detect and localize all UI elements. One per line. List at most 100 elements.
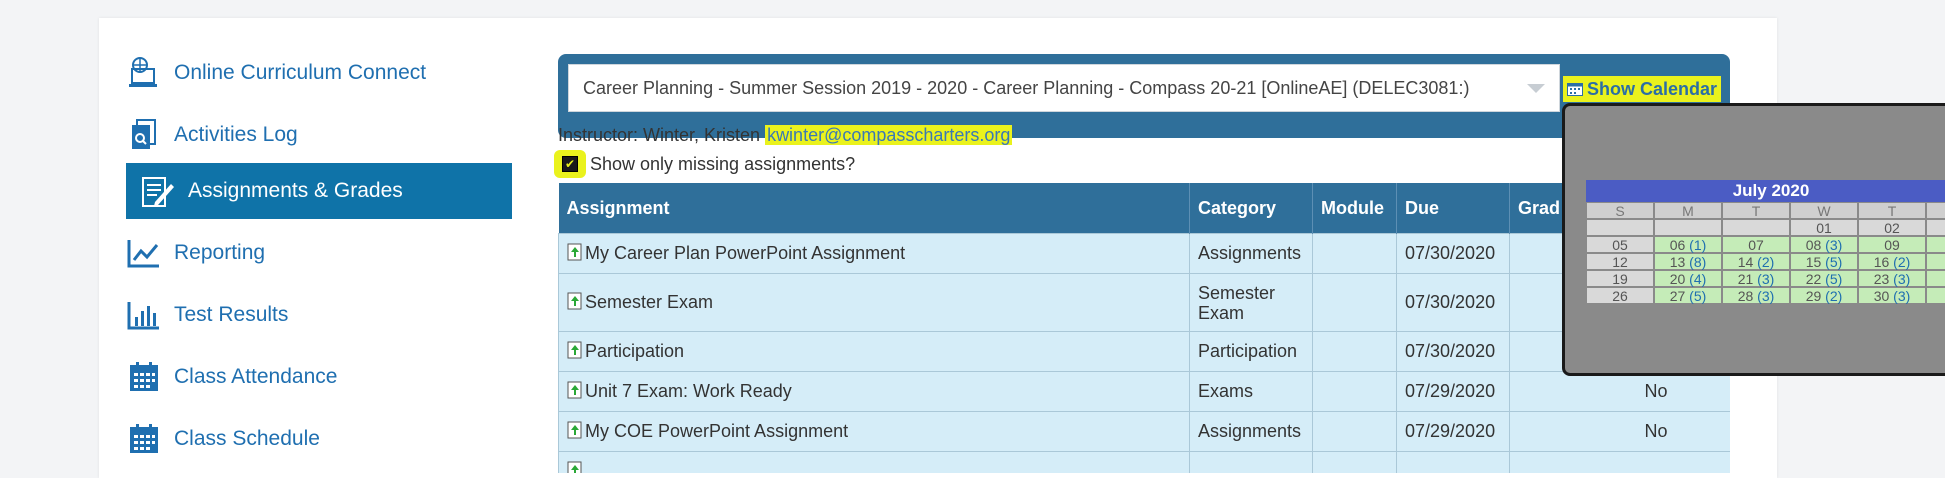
instructor-email-link[interactable]: kwinter@compasscharters.org [765, 125, 1013, 145]
column-header-due[interactable]: Due [1396, 183, 1510, 234]
calendar-day-cell[interactable]: 22 (5) [1790, 270, 1858, 287]
bar-chart-icon [124, 298, 164, 332]
assignment-cell[interactable]: My Career Plan PowerPoint Assignment [558, 233, 1190, 274]
assignments-table: Assignment Category Module Due Grad My C… [558, 183, 1730, 473]
calendar-count[interactable]: (3) [1825, 237, 1842, 253]
activities-log-icon [124, 118, 164, 152]
calendar-day-cell[interactable]: 21 (3) [1722, 270, 1790, 287]
calendar-day-cell[interactable]: 02 [1858, 219, 1926, 236]
calendar-count[interactable]: (3) [1757, 271, 1774, 287]
calendar-day-cell[interactable]: 01 [1790, 219, 1858, 236]
calendar-count[interactable]: (8) [1689, 254, 1706, 270]
column-header-category[interactable]: Category [1189, 183, 1313, 234]
calendar-day-cell[interactable] [1926, 253, 1945, 270]
instructor-info: Instructor: Winter, Kristen kwinter@comp… [558, 125, 1013, 146]
calendar-count[interactable]: (5) [1825, 254, 1842, 270]
calendar-count[interactable]: (1) [1689, 237, 1706, 253]
assignments-grades-icon [138, 174, 178, 208]
calendar-day-cell[interactable] [1926, 270, 1945, 287]
calendar-day-cell[interactable]: 07 [1722, 236, 1790, 253]
calendar-day-cell[interactable]: 08 (3) [1790, 236, 1858, 253]
table-row[interactable]: Participation Participation 07/30/2020 [558, 331, 1730, 372]
course-select-value: Career Planning - Summer Session 2019 - … [583, 77, 1470, 98]
sidebar-item-assignments-grades[interactable]: Assignments & Grades [126, 163, 512, 219]
document-icon [567, 243, 582, 261]
calendar-count[interactable]: (5) [1825, 271, 1842, 287]
sidebar-item-label: Class Schedule [174, 427, 320, 450]
calendar-day-cell[interactable]: 23 (3) [1858, 270, 1926, 287]
calendar-day-cell[interactable]: 06 (1) [1654, 236, 1722, 253]
calendar-day-cell[interactable]: 05 [1586, 236, 1654, 253]
calendar-day-cell[interactable]: 30 (3) [1858, 287, 1926, 304]
sidebar-item-label: Activities Log [174, 123, 298, 146]
calendar-count[interactable]: (2) [1757, 254, 1774, 270]
calendar-day-cell[interactable]: 26 [1586, 287, 1654, 304]
sidebar-item-class-schedule[interactable]: Class Schedule [124, 411, 514, 467]
show-calendar-link[interactable]: Show Calendar [1563, 76, 1722, 102]
missing-assignments-checkbox[interactable]: ✔ [562, 156, 578, 172]
calendar-day-cell[interactable]: 28 (3) [1722, 287, 1790, 304]
assignment-cell[interactable]: Participation [558, 331, 1190, 372]
calendar-day-cell[interactable]: 29 (2) [1790, 287, 1858, 304]
column-header-assignment[interactable]: Assignment [558, 183, 1190, 234]
table-row[interactable]: My Career Plan PowerPoint Assignment Ass… [558, 233, 1730, 274]
category-cell: Participation [1189, 331, 1313, 372]
sidebar-item-test-results[interactable]: Test Results [124, 287, 514, 343]
sidebar-item-class-attendance[interactable]: Class Attendance [124, 349, 514, 405]
course-select[interactable]: Career Planning - Summer Session 2019 - … [568, 64, 1560, 112]
document-icon [567, 292, 582, 310]
calendar-day-cell[interactable] [1926, 287, 1945, 304]
sidebar-item-label: Assignments & Grades [188, 179, 403, 202]
calendar-count[interactable]: (3) [1757, 288, 1774, 304]
calendar-count[interactable]: (3) [1893, 288, 1910, 304]
calendar-day-cell[interactable]: 14 (2) [1722, 253, 1790, 270]
assignment-name: Unit 7 Exam: Work Ready [585, 381, 792, 401]
assignment-cell[interactable] [558, 451, 1190, 473]
table-header-row: Assignment Category Module Due Grad [558, 183, 1730, 234]
calendar-day-header: W [1790, 202, 1858, 219]
column-header-module[interactable]: Module [1312, 183, 1397, 234]
calendar-month-title: July 2020 [1586, 180, 1945, 202]
assignment-name: My Career Plan PowerPoint Assignment [585, 243, 906, 263]
table-row[interactable]: Unit 7 Exam: Work Ready Exams 07/29/2020… [558, 371, 1730, 412]
calendar-day-cell[interactable]: 15 (5) [1790, 253, 1858, 270]
due-cell [1396, 451, 1510, 473]
sidebar-item-activities-log[interactable]: Activities Log [124, 107, 514, 163]
calendar-day-cell[interactable]: 09 [1858, 236, 1926, 253]
calendar-day-cell[interactable]: 19 [1586, 270, 1654, 287]
calendar-count[interactable]: (5) [1689, 288, 1706, 304]
chevron-down-icon [1527, 84, 1545, 93]
sidebar-item-reporting[interactable]: Reporting [124, 225, 514, 281]
calendar-day-cell[interactable]: 27 (5) [1654, 287, 1722, 304]
calendar-count[interactable]: (2) [1893, 254, 1910, 270]
calendar-empty-cell [1722, 219, 1790, 236]
calendar-day-cell[interactable]: 20 (4) [1654, 270, 1722, 287]
calendar-grid-icon [124, 422, 164, 456]
calendar-day-cell[interactable] [1926, 236, 1945, 253]
assignment-cell[interactable]: Semester Exam [558, 273, 1190, 332]
calendar-day-header: M [1654, 202, 1722, 219]
calendar-count[interactable]: (2) [1825, 288, 1842, 304]
document-icon [567, 341, 582, 359]
line-chart-icon [124, 236, 164, 270]
calendar-day-cell[interactable] [1926, 219, 1945, 236]
calendar-day-cell[interactable]: 16 (2) [1858, 253, 1926, 270]
sidebar-item-online-curriculum[interactable]: Online Curriculum Connect [124, 45, 514, 101]
table-row[interactable]: My COE PowerPoint Assignment Assignments… [558, 411, 1730, 452]
calendar-icon [1567, 83, 1583, 96]
assignment-cell[interactable]: My COE PowerPoint Assignment [558, 411, 1190, 452]
module-cell [1312, 233, 1397, 274]
missing-assignments-filter: ✔ Show only missing assignments? [554, 150, 855, 178]
table-row[interactable] [558, 451, 1730, 473]
table-row[interactable]: Semester Exam Semester Exam 07/30/2020 [558, 273, 1730, 332]
calendar-day-cell[interactable]: 13 (8) [1654, 253, 1722, 270]
calendar-count[interactable]: (3) [1893, 271, 1910, 287]
calendar-count[interactable]: (4) [1689, 271, 1706, 287]
grade-cell [1509, 451, 1730, 473]
instructor-name: Instructor: Winter, Kristen [558, 125, 766, 145]
category-cell [1189, 451, 1313, 473]
calendar-day-cell[interactable]: 12 [1586, 253, 1654, 270]
assignment-cell[interactable]: Unit 7 Exam: Work Ready [558, 371, 1190, 412]
missing-checkbox-highlight: ✔ [554, 150, 586, 178]
due-cell: 07/29/2020 [1396, 371, 1510, 412]
